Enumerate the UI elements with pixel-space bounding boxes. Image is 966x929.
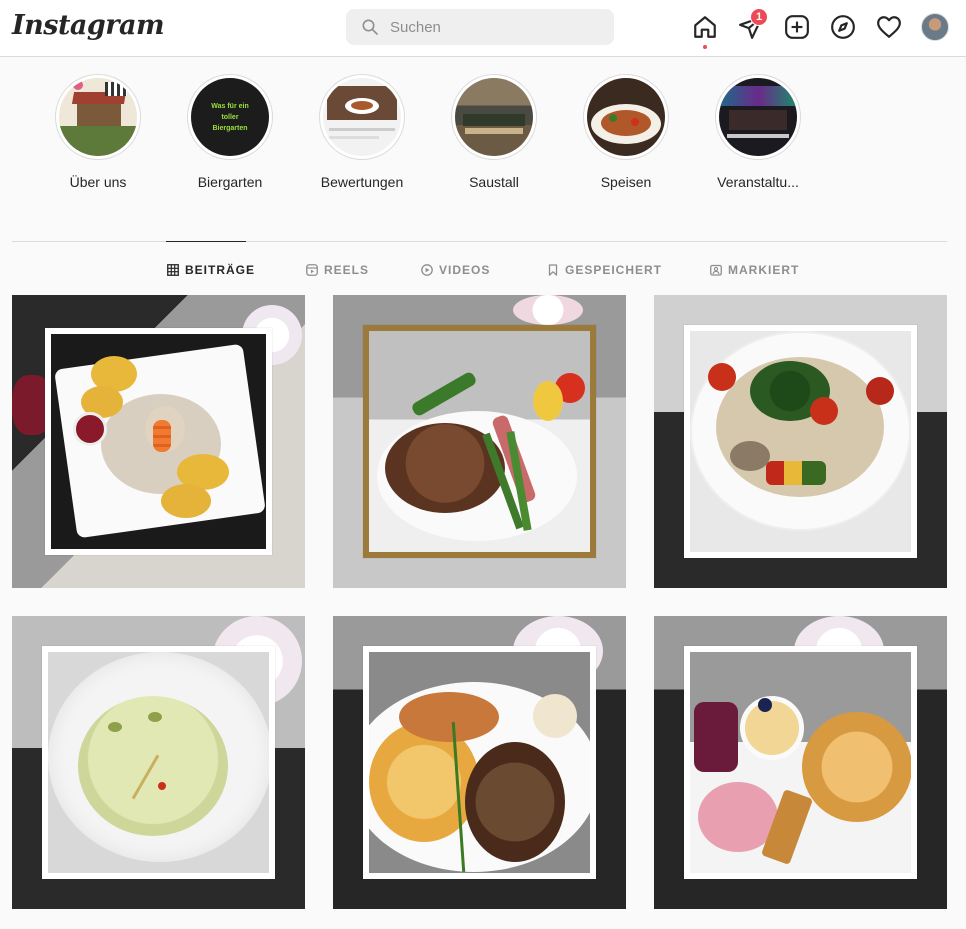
- avatar: [921, 13, 949, 41]
- highlight-image-text: Biergarten: [212, 124, 248, 132]
- post-frame: [684, 325, 917, 558]
- story-highlights: Über uns Was für ein toller Biergarten B…: [0, 58, 966, 238]
- highlight-label: Veranstaltu...: [717, 174, 799, 190]
- post-frame: [363, 325, 596, 558]
- highlight-image: [59, 78, 137, 156]
- highlight-image: Was für ein toller Biergarten: [191, 78, 269, 156]
- highlight-image: [587, 78, 665, 156]
- tab-markiert[interactable]: MARKIERT: [710, 262, 799, 278]
- highlight-speisen[interactable]: Speisen: [571, 74, 681, 190]
- highlight-ring: Was für ein toller Biergarten: [187, 74, 273, 160]
- highlight-saustall[interactable]: Saustall: [439, 74, 549, 190]
- tab-gespeichert[interactable]: GESPEICHERT: [547, 262, 662, 278]
- activity-icon[interactable]: [874, 12, 904, 42]
- tagged-icon: [710, 264, 722, 276]
- tab-reels[interactable]: REELS: [306, 262, 369, 278]
- highlight-label: Biergarten: [197, 174, 263, 190]
- post-thumbnail[interactable]: [12, 295, 305, 588]
- highlight-image: [323, 78, 401, 156]
- highlight-label: Über uns: [69, 174, 127, 190]
- post-thumbnail[interactable]: [333, 295, 626, 588]
- highlight-ring: [583, 74, 669, 160]
- active-tab-indicator: [166, 241, 246, 242]
- post-frame: [42, 646, 275, 879]
- home-icon[interactable]: [690, 12, 720, 49]
- highlight-biergarten[interactable]: Was für ein toller Biergarten Biergarten: [175, 74, 285, 190]
- post-frame: [363, 646, 596, 879]
- highlight-label: Speisen: [600, 174, 652, 190]
- highlight-ring: [319, 74, 405, 160]
- highlight-image: [719, 78, 797, 156]
- highlight-ueber-uns[interactable]: Über uns: [43, 74, 153, 190]
- post-thumbnail[interactable]: [12, 616, 305, 909]
- tab-label: BEITRÄGE: [185, 263, 256, 277]
- post-frame: [684, 646, 917, 879]
- tabs-divider: [12, 241, 947, 242]
- tab-videos[interactable]: VIDEOS: [421, 262, 490, 278]
- profile-avatar[interactable]: [920, 12, 950, 42]
- top-navigation-bar: Instagram Suchen 1: [0, 0, 966, 57]
- tab-label: VIDEOS: [439, 263, 491, 277]
- direct-icon[interactable]: 1: [736, 8, 768, 42]
- highlight-image: [455, 78, 533, 156]
- highlight-label: Bewertungen: [320, 174, 404, 190]
- tab-label: MARKIERT: [728, 263, 800, 277]
- highlight-bewertungen[interactable]: Bewertungen: [307, 74, 417, 190]
- highlight-ring: [55, 74, 141, 160]
- tab-label: GESPEICHERT: [565, 263, 663, 277]
- post-thumbnail[interactable]: [654, 616, 947, 909]
- bookmark-icon: [548, 264, 558, 276]
- tab-label: REELS: [324, 263, 370, 277]
- highlight-image-text: toller: [221, 113, 239, 121]
- active-indicator-dot: [703, 45, 707, 49]
- new-post-icon[interactable]: [782, 12, 812, 42]
- grid-icon: [167, 264, 179, 276]
- direct-badge: 1: [750, 8, 768, 26]
- highlight-label: Saustall: [469, 174, 519, 190]
- post-frame: [45, 328, 272, 555]
- highlight-ring: [451, 74, 537, 160]
- tab-beitraege[interactable]: BEITRÄGE: [167, 262, 255, 278]
- video-icon: [421, 264, 433, 276]
- highlight-veranstaltungen[interactable]: Veranstaltu...: [703, 74, 813, 190]
- reels-icon: [306, 264, 318, 276]
- search-input[interactable]: Suchen: [346, 9, 614, 45]
- post-thumbnail[interactable]: [333, 616, 626, 909]
- search-icon: [362, 19, 378, 35]
- post-thumbnail[interactable]: [654, 295, 947, 588]
- search-placeholder: Suchen: [390, 18, 441, 36]
- highlight-image-text: Was für ein: [211, 102, 249, 110]
- instagram-logo[interactable]: Instagram: [12, 10, 165, 41]
- explore-icon[interactable]: [828, 12, 858, 42]
- highlight-ring: [715, 74, 801, 160]
